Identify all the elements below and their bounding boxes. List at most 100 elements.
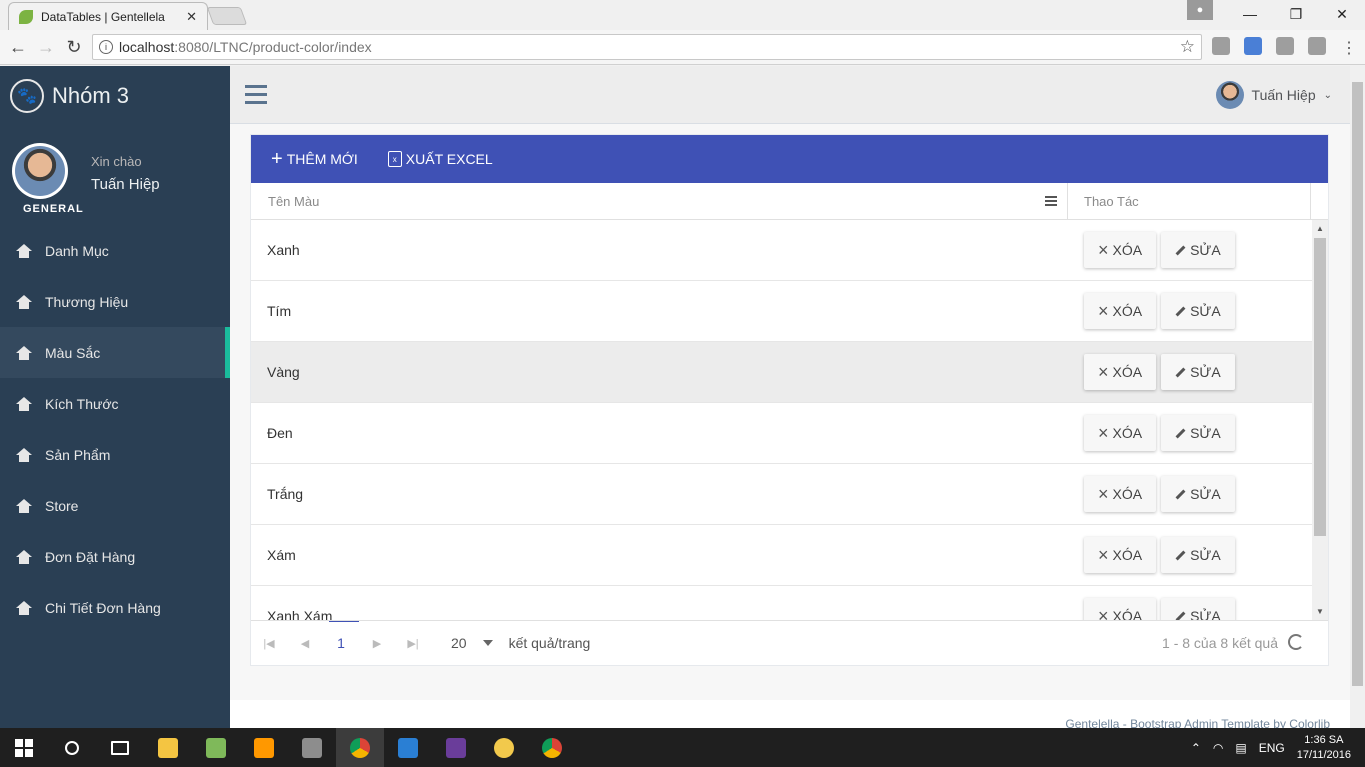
column-header-actions[interactable]: Thao Tác: [1068, 183, 1311, 219]
extension-cube-icon[interactable]: [1308, 37, 1326, 55]
top-navbar: Tuấn Hiệp ⌄: [230, 66, 1350, 124]
pencil-icon: [1175, 489, 1186, 499]
task-view-icon[interactable]: [96, 728, 144, 767]
color-name-cell: Trắng: [267, 486, 304, 502]
sidebar-item-store[interactable]: Store: [0, 480, 230, 531]
export-excel-button[interactable]: x XUẤT EXCEL: [387, 151, 493, 167]
clock-time: 1:36 SA: [1304, 733, 1344, 746]
footer: Gentelella - Bootstrap Admin Template by…: [230, 700, 1350, 731]
sidebar-item-san-pham[interactable]: Sản Phẩm: [0, 429, 230, 480]
clock[interactable]: 1:36 SA 17/11/2016: [1297, 733, 1351, 763]
app-blue-icon[interactable]: [384, 728, 432, 767]
delete-button[interactable]: × XÓA: [1084, 598, 1157, 620]
minimize-icon[interactable]: —: [1227, 0, 1273, 28]
table-row[interactable]: Xám × XÓA SỬA: [251, 525, 1312, 586]
url-text[interactable]: localhost:8080/LTNC/product-color/index: [119, 39, 1174, 55]
table-row[interactable]: Vàng × XÓA SỬA: [251, 342, 1312, 403]
main-content: + THÊM MỚI x XUẤT EXCEL Tên Màu Thao Tác…: [230, 124, 1350, 731]
table-row[interactable]: Đen × XÓA SỬA: [251, 403, 1312, 464]
notification-icon[interactable]: ▤: [1235, 741, 1246, 755]
edit-label: SỬA: [1190, 364, 1221, 380]
edit-button[interactable]: SỬA: [1161, 476, 1235, 512]
pagination: |◀ ◀ 1 ▶ ▶| 20 kết quả/trang 1 - 8 của 8…: [251, 620, 1328, 665]
table-row[interactable]: Xanh Xám × XÓA SỬA: [251, 586, 1312, 620]
edit-button[interactable]: SỬA: [1161, 293, 1235, 329]
add-new-button[interactable]: + THÊM MỚI: [271, 149, 358, 169]
extension-icon[interactable]: [1276, 37, 1294, 55]
translate-icon[interactable]: [1244, 37, 1262, 55]
last-page-icon[interactable]: ▶|: [395, 637, 431, 650]
back-icon[interactable]: ←: [4, 37, 32, 58]
column-menu-icon[interactable]: [1045, 196, 1057, 208]
sidebar-item-mau-sac[interactable]: Màu Sắc: [0, 327, 230, 378]
chevron-up-icon[interactable]: ⌃: [1191, 741, 1201, 755]
start-button[interactable]: [0, 728, 48, 767]
page-scrollbar-thumb[interactable]: [1352, 82, 1363, 686]
address-bar[interactable]: i localhost:8080/LTNC/product-color/inde…: [92, 34, 1202, 60]
column-header-label: Tên Màu: [268, 193, 320, 209]
windows-icon: [15, 738, 33, 757]
edit-button[interactable]: SỬA: [1161, 354, 1235, 390]
delete-button[interactable]: × XÓA: [1084, 354, 1157, 390]
close-tab-icon[interactable]: ✕: [186, 9, 197, 25]
scrollbar-thumb[interactable]: [1314, 238, 1326, 536]
next-page-icon[interactable]: ▶: [359, 637, 395, 650]
prev-page-icon[interactable]: ◀: [287, 637, 323, 650]
sidebar-item-kich-thuoc[interactable]: Kích Thước: [0, 378, 230, 429]
new-tab-button[interactable]: [206, 7, 248, 25]
app-icon[interactable]: [192, 728, 240, 767]
current-page[interactable]: 1: [323, 635, 359, 651]
edit-button[interactable]: SỬA: [1161, 598, 1235, 620]
scroll-down-icon[interactable]: ▼: [1316, 607, 1324, 616]
sidebar-item-danh-muc[interactable]: Danh Mục: [0, 225, 230, 276]
profile-icon[interactable]: ●: [1187, 0, 1213, 20]
delete-button[interactable]: × XÓA: [1084, 232, 1157, 268]
table-row[interactable]: Xanh × XÓA SỬA: [251, 220, 1312, 281]
edit-button[interactable]: SỬA: [1161, 415, 1235, 451]
excel-icon: x: [387, 151, 402, 167]
tools-icon[interactable]: [288, 728, 336, 767]
refresh-icon[interactable]: [1288, 634, 1304, 650]
search-icon[interactable]: [48, 728, 96, 767]
sidebar-item-chi-tiet-don-hang[interactable]: Chi Tiết Đơn Hàng: [0, 582, 230, 633]
table-row[interactable]: Trắng × XÓA SỬA: [251, 464, 1312, 525]
sidebar-item-thuong-hieu[interactable]: Thương Hiệu: [0, 276, 230, 327]
browser-tab[interactable]: DataTables | Gentellela ✕: [8, 2, 208, 30]
scroll-up-icon[interactable]: ▲: [1316, 224, 1324, 233]
delete-button[interactable]: × XÓA: [1084, 293, 1157, 329]
file-explorer-icon[interactable]: [144, 728, 192, 767]
table-scrollbar[interactable]: ▲ ▼: [1312, 220, 1328, 620]
close-window-icon[interactable]: ✕: [1319, 0, 1365, 28]
sidebar-item-don-dat-hang[interactable]: Đơn Đặt Hàng: [0, 531, 230, 582]
url-path: :8080/LTNC/product-color/index: [174, 39, 372, 55]
game-icon[interactable]: [432, 728, 480, 767]
first-page-icon[interactable]: |◀: [251, 637, 287, 650]
delete-button[interactable]: × XÓA: [1084, 537, 1157, 573]
reload-icon[interactable]: ↻: [60, 37, 88, 58]
delete-button[interactable]: × XÓA: [1084, 415, 1157, 451]
chrome-icon[interactable]: [336, 728, 384, 767]
page-size-select[interactable]: 20: [451, 635, 493, 651]
edit-button[interactable]: SỬA: [1161, 232, 1235, 268]
bookmark-star-icon[interactable]: ☆: [1180, 37, 1195, 57]
column-header-name[interactable]: Tên Màu: [251, 183, 1068, 219]
language-indicator[interactable]: ENG: [1259, 741, 1285, 755]
chrome-icon-2[interactable]: [528, 728, 576, 767]
wifi-icon[interactable]: ◠: [1213, 741, 1223, 755]
restore-icon[interactable]: ❐: [1273, 0, 1319, 28]
brand[interactable]: 🐾 Nhóm 3: [0, 66, 230, 126]
info-icon[interactable]: i: [99, 40, 113, 54]
user-dropdown[interactable]: Tuấn Hiệp ⌄: [1215, 81, 1332, 109]
forward-icon[interactable]: →: [32, 37, 60, 58]
delete-button[interactable]: × XÓA: [1084, 476, 1157, 512]
edit-button[interactable]: SỬA: [1161, 537, 1235, 573]
browser-menu-icon[interactable]: ⋮: [1341, 38, 1357, 58]
menu-toggle-icon[interactable]: [245, 85, 267, 109]
page-scrollbar[interactable]: [1350, 66, 1365, 728]
table-row[interactable]: Tím × XÓA SỬA: [251, 281, 1312, 342]
table-toolbar: + THÊM MỚI x XUẤT EXCEL: [251, 135, 1328, 183]
sublime-icon[interactable]: [240, 728, 288, 767]
extension-shield-icon[interactable]: [1212, 37, 1230, 55]
home-icon: [15, 243, 33, 258]
paw-app-icon[interactable]: [480, 728, 528, 767]
